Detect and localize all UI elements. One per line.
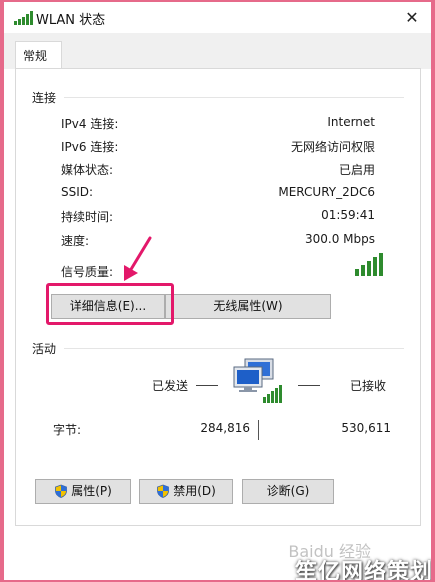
media-state-label: 媒体状态: bbox=[61, 163, 114, 177]
network-computers-icon bbox=[233, 358, 282, 403]
watermark-text: 笙亿网络策划 bbox=[294, 560, 431, 580]
uac-shield-icon bbox=[55, 484, 68, 498]
properties-button[interactable]: 属性(P) bbox=[35, 479, 131, 504]
ipv4-value: Internet bbox=[327, 115, 375, 129]
wireless-properties-button[interactable]: 无线属性(W) bbox=[165, 294, 331, 319]
connection-section-divider bbox=[64, 97, 404, 98]
activity-column-divider bbox=[258, 420, 259, 440]
wlan-status-window: WLAN 状态 ✕ 常规 连接 IPv4 连接: Internet IPv6 连… bbox=[4, 2, 431, 580]
pointer-arrow-icon bbox=[124, 236, 152, 281]
received-label: 已接收 bbox=[350, 379, 387, 393]
ipv4-label: IPv4 连接: bbox=[61, 117, 119, 131]
ssid-label: SSID: bbox=[61, 185, 94, 199]
media-state-value: 已启用 bbox=[338, 163, 375, 177]
tab-bar: 常规 bbox=[4, 33, 431, 69]
close-button[interactable]: ✕ bbox=[401, 7, 423, 29]
title-bar: WLAN 状态 ✕ bbox=[4, 2, 431, 33]
received-dash bbox=[298, 385, 320, 386]
details-button-highlight bbox=[46, 283, 174, 325]
properties-button-label: 属性(P) bbox=[71, 484, 112, 498]
bytes-received-value: 530,611 bbox=[341, 421, 391, 435]
signal-strength-icon bbox=[355, 253, 383, 276]
tab-general[interactable]: 常规 bbox=[15, 41, 62, 69]
sent-label: 已发送 bbox=[152, 379, 189, 393]
disable-button[interactable]: 禁用(D) bbox=[139, 479, 233, 504]
diagnose-button[interactable]: 诊断(G) bbox=[242, 479, 334, 504]
speed-value: 300.0 Mbps bbox=[304, 232, 375, 246]
ipv6-value: 无网络访问权限 bbox=[290, 140, 375, 154]
signal-quality-label: 信号质量: bbox=[61, 265, 114, 279]
duration-label: 持续时间: bbox=[61, 210, 114, 224]
uac-shield-icon bbox=[157, 484, 170, 498]
window-title: WLAN 状态 bbox=[36, 13, 106, 28]
close-icon: ✕ bbox=[405, 8, 419, 27]
duration-value: 01:59:41 bbox=[321, 208, 375, 222]
bytes-sent-value: 284,816 bbox=[200, 421, 250, 435]
bytes-label: 字节: bbox=[53, 423, 82, 437]
ipv6-label: IPv6 连接: bbox=[61, 140, 119, 154]
disable-button-label: 禁用(D) bbox=[173, 484, 216, 498]
activity-section-divider bbox=[64, 348, 404, 349]
wifi-signal-icon bbox=[14, 11, 33, 25]
ssid-value: MERCURY_2DC6 bbox=[278, 185, 375, 199]
tab-general-label: 常规 bbox=[23, 49, 48, 63]
speed-label: 速度: bbox=[61, 234, 90, 248]
connection-section-title: 连接 bbox=[32, 91, 57, 105]
activity-section-title: 活动 bbox=[32, 342, 57, 356]
sent-dash bbox=[196, 385, 218, 386]
